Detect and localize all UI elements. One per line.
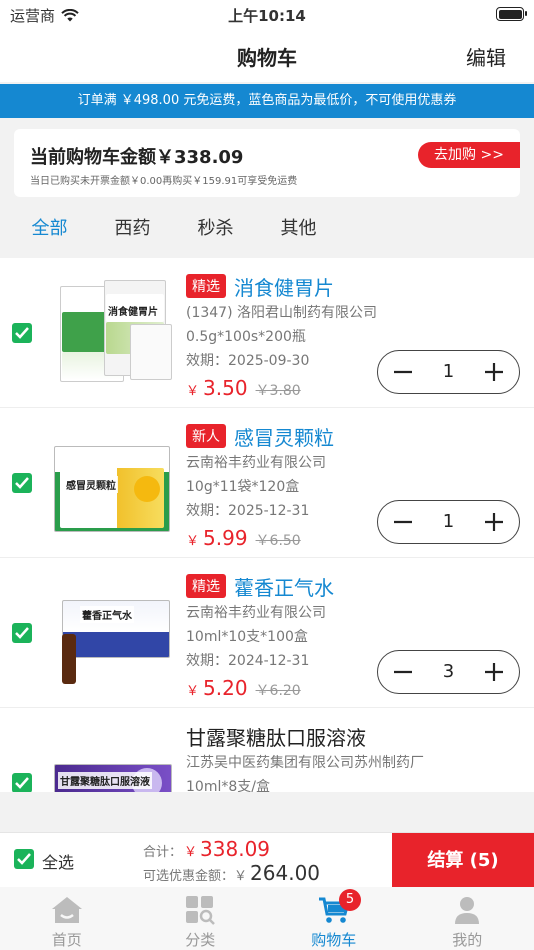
- item-name[interactable]: 消食健胃片: [234, 272, 334, 301]
- status-bar: 运营商 上午10:14: [0, 0, 534, 30]
- item-tag: 精选: [186, 274, 226, 298]
- battery-icon: [496, 7, 527, 21]
- item-spec: 10g*11袋*120盒: [186, 479, 300, 495]
- item-spec: 10ml*8支/盒: [186, 779, 270, 792]
- cart-amount-subtitle: 当日已购买未开票金额￥0.00再购买￥159.91可享受免运费: [30, 176, 298, 187]
- total-value: 338.09: [200, 837, 271, 861]
- tab-other[interactable]: 其他: [257, 212, 340, 252]
- profile-icon: [455, 897, 480, 924]
- plus-icon[interactable]: [481, 359, 507, 385]
- tab-home[interactable]: 首页: [0, 887, 134, 950]
- currency-symbol: ￥: [186, 384, 200, 399]
- quantity-stepper: 3: [377, 650, 520, 694]
- currency-symbol: ￥: [234, 869, 248, 884]
- select-all-checkbox[interactable]: [14, 849, 34, 869]
- cart-item: 甘露聚糖肽口服溶液 甘露聚糖肽口服溶液 江苏吴中医药集团有限公司苏州制药厂 10…: [0, 708, 534, 792]
- tab-category[interactable]: 分类: [134, 887, 268, 950]
- item-maker: 云南裕丰药业有限公司: [186, 455, 326, 471]
- item-tag: 精选: [186, 574, 226, 598]
- item-checkbox[interactable]: [12, 773, 32, 792]
- tab-label: 我的: [452, 931, 483, 949]
- check-icon: [15, 627, 29, 639]
- edit-button[interactable]: 编辑: [466, 42, 506, 71]
- currency-symbol: ￥: [186, 684, 200, 699]
- page-title: 购物车: [237, 46, 297, 70]
- item-price: 5.99: [203, 526, 248, 550]
- product-image[interactable]: 藿香正气水: [52, 578, 174, 688]
- cart-amount-title: 当前购物车金额￥338.09: [30, 147, 244, 168]
- cart-item: 消食健胃片 精选 消食健胃片 (1347) 洛阳君山制药有限公司 0.5g*10…: [0, 258, 534, 408]
- item-maker: (1347) 洛阳君山制药有限公司: [186, 305, 378, 321]
- checkout-bar: 全选 合计： ￥ 338.09 可选优惠金额： ￥ 264.00 结算 (5): [0, 832, 534, 888]
- item-old-price: ￥6.20: [255, 683, 301, 699]
- item-maker: 云南裕丰药业有限公司: [186, 605, 326, 621]
- item-spec: 0.5g*100s*200瓶: [186, 329, 306, 345]
- discount-value: 264.00: [250, 861, 321, 885]
- tab-label: 购物车: [311, 931, 357, 949]
- total-amount: 合计： ￥ 338.09: [143, 837, 270, 861]
- item-info: 甘露聚糖肽口服溶液 江苏吴中医药集团有限公司苏州制药厂 10ml*8支/盒: [186, 722, 524, 793]
- add-more-button[interactable]: 去加购 >>: [418, 142, 520, 168]
- plus-icon[interactable]: [481, 659, 507, 685]
- total-label: 合计：: [143, 845, 183, 860]
- tab-flash-sale[interactable]: 秒杀: [174, 212, 257, 252]
- product-box-label: 消食健胃片: [106, 302, 160, 319]
- quantity-stepper: 1: [377, 500, 520, 544]
- cart-item: 藿香正气水 精选 藿香正气水 云南裕丰药业有限公司 10ml*10支*100盒 …: [0, 558, 534, 708]
- discount-amount: 可选优惠金额： ￥ 264.00: [143, 861, 320, 885]
- tab-cart[interactable]: 5 购物车: [267, 887, 401, 950]
- tab-profile[interactable]: 我的: [401, 887, 534, 950]
- select-all-label[interactable]: 全选: [42, 849, 74, 873]
- check-icon: [15, 327, 29, 339]
- check-icon: [15, 777, 29, 789]
- item-name[interactable]: 甘露聚糖肽口服溶液: [186, 722, 366, 751]
- product-image[interactable]: 感冒灵颗粒: [52, 428, 174, 538]
- tab-all[interactable]: 全部: [8, 212, 91, 252]
- item-checkbox[interactable]: [12, 323, 32, 343]
- product-box-label: 甘露聚糖肽口服溶液: [58, 772, 152, 789]
- cart-list[interactable]: 消食健胃片 精选 消食健胃片 (1347) 洛阳君山制药有限公司 0.5g*10…: [0, 258, 534, 792]
- plus-icon[interactable]: [481, 509, 507, 535]
- item-name[interactable]: 藿香正气水: [234, 572, 334, 601]
- item-checkbox[interactable]: [12, 623, 32, 643]
- category-tabs: 全部 西药 秒杀 其他: [0, 212, 534, 252]
- tab-bar: 首页 分类 5 购物车 我的: [0, 887, 534, 950]
- checkout-button[interactable]: 结算 (5): [392, 833, 534, 888]
- currency-symbol: ￥: [186, 534, 200, 549]
- category-icon: [186, 896, 216, 925]
- product-image[interactable]: 甘露聚糖肽口服溶液: [52, 728, 174, 792]
- product-box-label: 感冒灵颗粒: [64, 476, 118, 493]
- cart-count-badge: 5: [339, 889, 361, 911]
- item-name[interactable]: 感冒灵颗粒: [234, 422, 334, 451]
- home-icon: [51, 897, 82, 923]
- item-checkbox[interactable]: [12, 473, 32, 493]
- item-old-price: ￥6.50: [255, 533, 301, 549]
- item-spec: 10ml*10支*100盒: [186, 629, 308, 645]
- item-tag: 新人: [186, 424, 226, 448]
- quantity-stepper: 1: [377, 350, 520, 394]
- cart-amount-card: 当前购物车金额￥338.09 当日已购买未开票金额￥0.00再购买￥159.91…: [14, 129, 520, 197]
- clock: 上午10:14: [228, 7, 306, 25]
- item-price: 3.50: [203, 376, 248, 400]
- product-image[interactable]: 消食健胃片: [52, 278, 174, 388]
- item-price: 5.20: [203, 676, 248, 700]
- item-maker: 江苏吴中医药集团有限公司苏州制药厂: [186, 755, 424, 771]
- item-old-price: ￥3.80: [255, 383, 301, 399]
- check-icon: [15, 477, 29, 489]
- tab-label: 分类: [185, 931, 216, 949]
- nav-bar: 购物车 编辑: [0, 30, 534, 82]
- tab-western-medicine[interactable]: 西药: [91, 212, 174, 252]
- tab-label: 首页: [51, 931, 82, 949]
- check-icon: [17, 853, 31, 865]
- product-box-label: 藿香正气水: [80, 606, 134, 623]
- promo-banner: 订单满 ￥498.00 元免运费，蓝色商品为最低价，不可使用优惠券: [0, 84, 534, 118]
- discount-label: 可选优惠金额：: [143, 869, 235, 884]
- currency-symbol: ￥: [184, 845, 198, 860]
- cart-item: 感冒灵颗粒 新人 感冒灵颗粒 云南裕丰药业有限公司 10g*11袋*120盒 效…: [0, 408, 534, 558]
